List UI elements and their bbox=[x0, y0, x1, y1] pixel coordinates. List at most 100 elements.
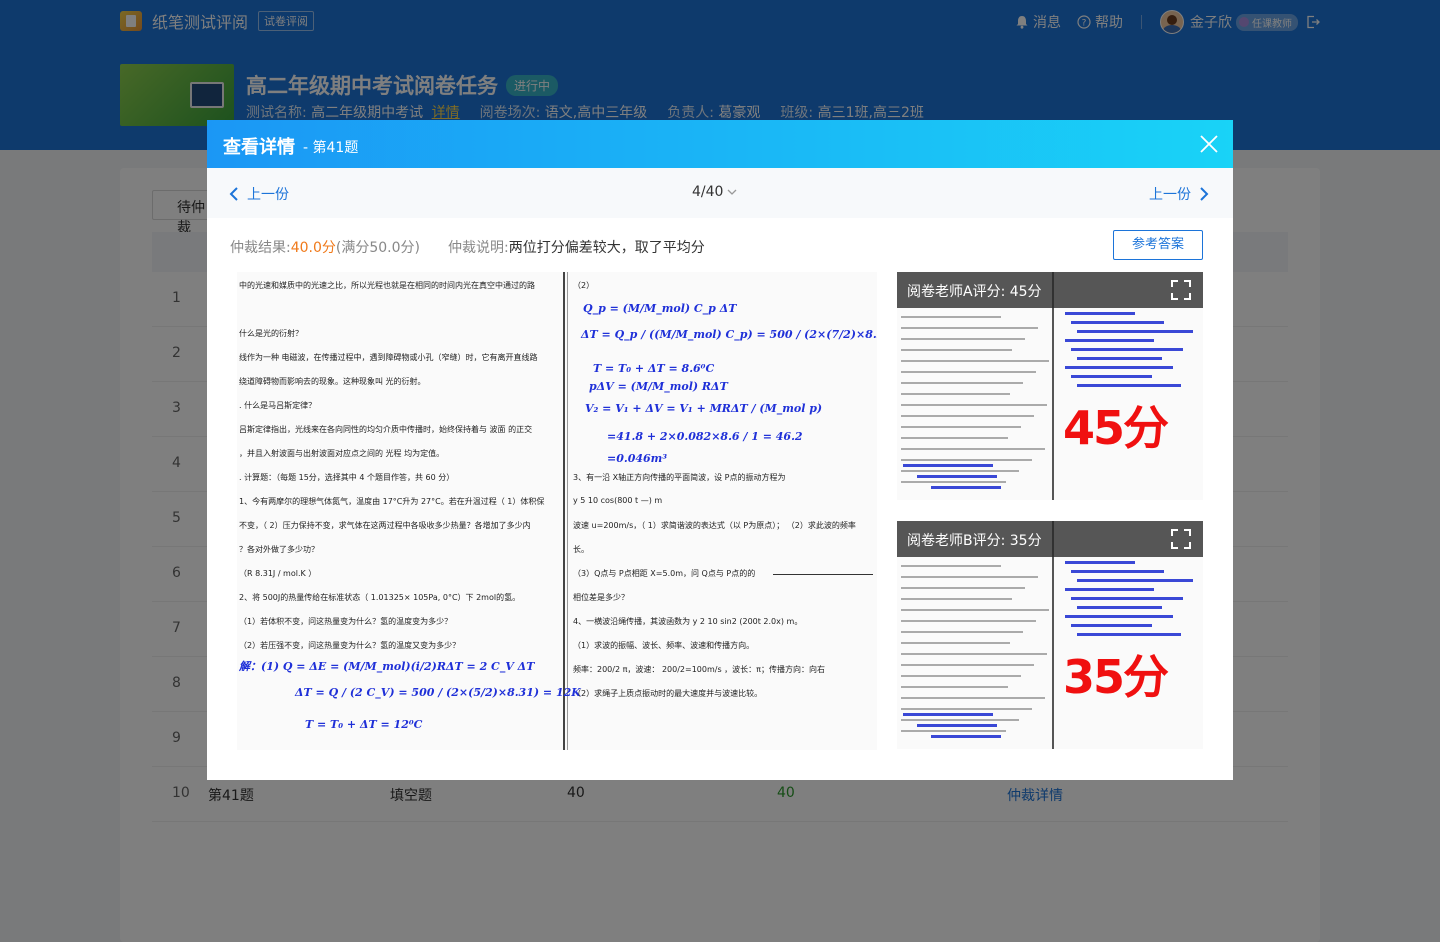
thumb-text-line bbox=[901, 470, 1019, 472]
sheet-text-line: 相位差是多少？ bbox=[573, 593, 629, 602]
thumb-formula-line bbox=[1077, 606, 1162, 609]
grader-a-thumbnail[interactable]: 阅卷老师A评分: 45分 45分 bbox=[897, 272, 1203, 500]
sheet-divider bbox=[563, 272, 565, 750]
handwritten-formula: Q_p = (M/M_mol) C_p ΔT bbox=[583, 302, 737, 315]
thumb-text-line bbox=[901, 642, 1010, 644]
sheet-text-line: 4、一横波沿绳传播，其波函数为 y 2 10 sin2 (200t 2.0x) … bbox=[573, 617, 803, 626]
sheet-text-line: 绕道障碍物而影响去的现象。这种现象叫 光的衍射。 bbox=[239, 377, 426, 386]
thumb-formula-line bbox=[931, 735, 1001, 738]
sheet-text-line: 中的光速和媒质中的光速之比，所以光程也就是在相同的时间内光在真空中通过的路 bbox=[239, 281, 535, 290]
sheet-text-line: 波速 u=200m/s，（ 1）求简谐波的表达式（以 P为原点）； （2）求此波… bbox=[573, 521, 856, 530]
sheet-axis-line bbox=[773, 574, 873, 575]
sheet-text-line: ？各对外做了多少功？ bbox=[239, 545, 319, 554]
thumb-formula-line bbox=[1077, 633, 1181, 636]
thumb-text-line bbox=[901, 360, 1049, 362]
close-icon[interactable] bbox=[1199, 134, 1219, 154]
sheet-text-line: 1、今有两摩尔的理想气体氮气，温度由 17°C升为 27°C。若在升温过程（ 1… bbox=[239, 497, 545, 506]
handwritten-formula: V₂ = V₁ + ΔV = V₁ + MRΔT / (M_mol p) bbox=[585, 402, 823, 415]
thumb-formula-line bbox=[1065, 615, 1173, 618]
fullscreen-icon[interactable] bbox=[1171, 529, 1191, 549]
thumb-text-line bbox=[901, 415, 1034, 417]
thumb-text-line bbox=[901, 338, 1025, 340]
thumb-text-line bbox=[901, 565, 1001, 567]
thumb-text-line bbox=[901, 598, 1012, 600]
result-full-score: (满分50.0分) bbox=[335, 240, 420, 256]
thumb-formula-line bbox=[903, 713, 993, 716]
next-paper-label: 上一份 bbox=[1149, 187, 1191, 203]
thumb-text-line bbox=[901, 448, 1045, 450]
thumb-text-line bbox=[901, 437, 1008, 439]
reference-answer-button[interactable]: 参考答案 bbox=[1113, 230, 1203, 260]
thumb-text-line bbox=[901, 393, 1010, 395]
modal-title: 查看详情 bbox=[223, 137, 295, 158]
grader-b-label: 阅卷老师B评分: 35分 bbox=[897, 521, 1203, 557]
thumb-text-line bbox=[901, 653, 1047, 655]
thumb-formula-line bbox=[1071, 375, 1152, 378]
thumb-formula-line bbox=[1077, 384, 1181, 387]
thumb-text-line bbox=[901, 587, 1025, 589]
thumb-text-line bbox=[901, 708, 1032, 710]
thumb-formula-line bbox=[917, 475, 997, 478]
handwritten-formula: T = T₀ + ΔT = 8.6⁰C bbox=[593, 362, 715, 375]
answer-sheet-image: 中的光速和媒质中的光速之比，所以光程也就是在相同的时间内光在真空中通过的路 什么是… bbox=[237, 272, 877, 750]
thumb-text-line bbox=[901, 730, 1006, 732]
grader-a-score: 45分 bbox=[1063, 401, 1169, 455]
thumb-text-line bbox=[901, 382, 1023, 384]
sheet-text-line: 什么是光的衍射？ bbox=[239, 329, 303, 338]
thumb-formula-line bbox=[1065, 561, 1135, 564]
result-score: 40.0分 bbox=[290, 240, 336, 256]
page-selector[interactable]: 4/40 bbox=[692, 184, 737, 200]
grader-a-label: 阅卷老师A评分: 45分 bbox=[897, 272, 1203, 308]
modal-subtitle: - 第41题 bbox=[303, 140, 359, 156]
thumb-text-line bbox=[901, 675, 1021, 677]
thumb-formula-line bbox=[1065, 339, 1154, 342]
sheet-text-line: 3、有一沿 X轴正方向传播的平面简波，设 P点的振动方程为 bbox=[573, 473, 786, 482]
thumb-text-line bbox=[901, 371, 1036, 373]
modal-header: 查看详情 - 第41题 bbox=[207, 120, 1233, 168]
sheet-text-line: ，并且入射波面与出射波面对应点之间的 光程 均为定值。 bbox=[239, 449, 445, 458]
arbitration-info: 仲裁结果: 40.0分 (满分50.0分) 仲裁说明: 两位打分偏差较大，取了平… bbox=[230, 237, 705, 257]
chevron-right-icon bbox=[1200, 187, 1209, 201]
sheet-text-line: 长。 bbox=[573, 545, 589, 554]
sheet-text-line: （1）若体积不变，问这热量变为什么？氢的温度变为多少？ bbox=[239, 617, 453, 626]
grader-b-thumbnail[interactable]: 阅卷老师B评分: 35分 35分 bbox=[897, 521, 1203, 749]
sheet-text-line: 2、将 500J的热量传给在标准状态（ 1.01325× 105Pa, 0°C）… bbox=[239, 593, 521, 602]
chevron-down-icon bbox=[727, 189, 737, 195]
prev-paper-button[interactable]: 上一份 bbox=[229, 184, 289, 204]
sheet-text-line: （R 8.31J / mol.K ） bbox=[239, 569, 317, 578]
sheet-text-line: （2） bbox=[573, 281, 595, 290]
thumb-formula-line bbox=[1071, 321, 1164, 324]
note-label: 仲裁说明: bbox=[448, 240, 509, 256]
handwritten-formula: ΔT = Q_p / ((M/M_mol) C_p) = 500 / (2×(7… bbox=[581, 328, 877, 341]
thumb-text-line bbox=[901, 686, 1008, 688]
paper-navigation: 上一份 4/40 上一份 bbox=[207, 168, 1233, 218]
detail-modal: 查看详情 - 第41题 上一份 4/40 上一份 仲裁结果: 40.0分 (满分… bbox=[207, 120, 1233, 780]
next-paper-button[interactable]: 上一份 bbox=[1149, 184, 1209, 204]
thumb-formula-line bbox=[1071, 570, 1164, 573]
thumb-text-line bbox=[901, 697, 1045, 699]
sheet-text-line: 线作为一种 电磁波，在传播过程中，遇到障碍物或小孔（窄缝）时，它有离开直线路 bbox=[239, 353, 538, 362]
thumb-formula-line bbox=[1077, 357, 1162, 360]
sheet-text-line: （1）求波的振幅、波长、频率、波速和传播方向。 bbox=[573, 641, 755, 650]
thumb-text-line bbox=[901, 316, 1001, 318]
thumb-formula-line bbox=[1077, 330, 1193, 333]
sheet-text-line: 不变，（ 2）压力保持不变，求气体在这两过程中各吸收多少热量？各增加了多少内 bbox=[239, 521, 531, 530]
sheet-text-line: . 什么是马吕斯定律？ bbox=[239, 401, 317, 410]
page-indicator: 4/40 bbox=[692, 184, 724, 200]
thumb-formula-line bbox=[1071, 624, 1152, 627]
fullscreen-icon[interactable] bbox=[1171, 280, 1191, 300]
handwritten-formula: ΔT = Q / (2 C_V) = 500 / (2×(5/2)×8.31) … bbox=[295, 686, 581, 699]
grader-b-score: 35分 bbox=[1063, 650, 1169, 704]
sheet-text-line: （2）求绳子上质点振动时的最大速度并与波速比较。 bbox=[573, 689, 763, 698]
handwritten-formula: =0.046m³ bbox=[607, 452, 668, 465]
thumb-formula-line bbox=[1065, 366, 1173, 369]
sheet-divider bbox=[567, 272, 568, 750]
thumb-formula-line bbox=[1065, 312, 1135, 315]
sheet-text-line: 吕斯定律指出，光线来在各向同性的均匀介质中传播时，始终保持着与 波面 的正交 bbox=[239, 425, 533, 434]
thumb-text-line bbox=[901, 620, 1036, 622]
thumb-formula-line bbox=[1077, 579, 1193, 582]
thumb-formula-line bbox=[917, 724, 997, 727]
prev-paper-label: 上一份 bbox=[247, 187, 289, 203]
chevron-left-icon bbox=[229, 187, 238, 201]
thumb-formula-line bbox=[903, 464, 993, 467]
